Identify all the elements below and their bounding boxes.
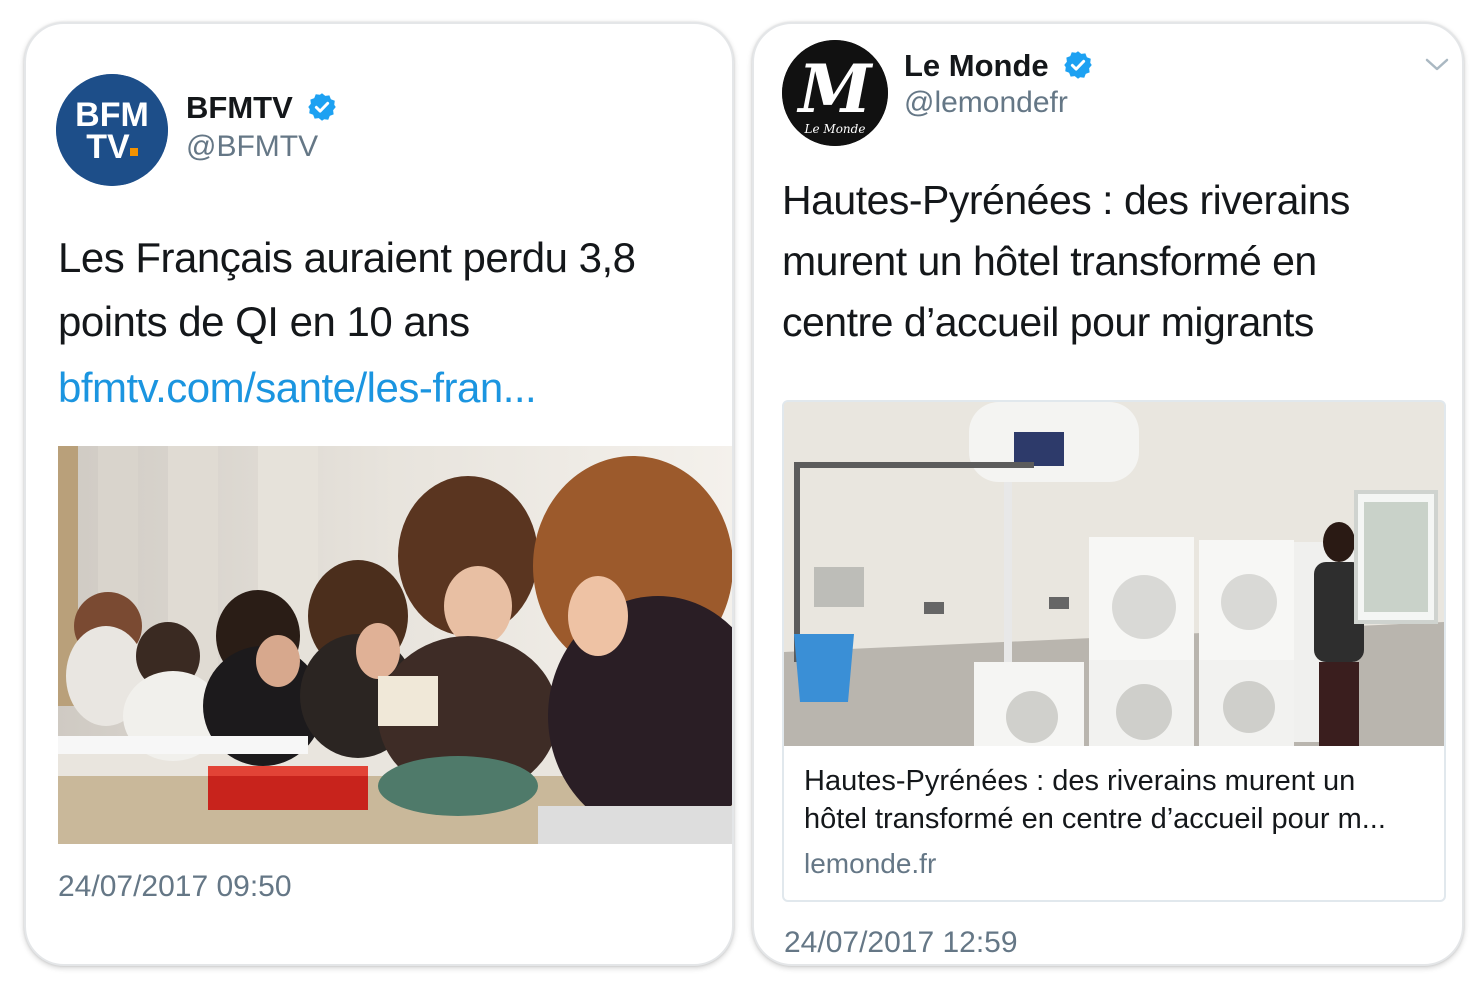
tweet-text-line: points de QI en 10 ans [58, 298, 470, 345]
tweet-timestamp[interactable]: 24/07/2017 12:59 [784, 926, 1018, 960]
chevron-down-icon[interactable] [1424, 56, 1450, 74]
verified-badge-icon [1064, 51, 1093, 79]
laundry-image [784, 402, 1444, 746]
link-card-title: Hautes-Pyrénées : des riverains murent u… [804, 762, 1434, 838]
svg-text:Le Monde: Le Monde [804, 122, 866, 136]
lemonde-logo-icon: M Le Monde [782, 40, 888, 146]
tweet-timestamp[interactable]: 24/07/2017 09:50 [58, 870, 292, 904]
bfmtv-avatar[interactable]: BFM TV [56, 74, 168, 186]
link-card-domain: lemonde.fr [804, 848, 937, 879]
user-handle[interactable]: @lemondefr [904, 86, 1068, 120]
tweet-text-line: Hautes-Pyrénées : des riverains [782, 177, 1350, 223]
link-card-title-line: Hautes-Pyrénées : des riverains murent u… [804, 765, 1356, 797]
tweet-text-line: centre d’accueil pour migrants [782, 299, 1314, 345]
lemonde-avatar[interactable]: M Le Monde [782, 40, 888, 146]
user-name[interactable]: BFMTV [186, 90, 337, 126]
tweet-link[interactable]: bfmtv.com/sante/les-fran... [58, 356, 537, 420]
tweet-text: Les Français auraient perdu 3,8 points d… [58, 226, 718, 354]
user-name-text: Le Monde [904, 48, 1049, 83]
tweet-text-line: murent un hôtel transformé en [782, 238, 1317, 284]
tweet-text: Hautes-Pyrénées : des riverains murent u… [782, 170, 1442, 353]
tweet-card-lemonde[interactable]: M Le Monde Le Monde @lemondefr Hautes-Py… [752, 22, 1464, 966]
bfmtv-logo-icon: BFM TV [56, 74, 168, 186]
tweet-card-bfmtv[interactable]: BFM TV BFMTV @BFMTV Les Français auraien… [24, 22, 734, 966]
svg-text:TV: TV [86, 128, 130, 166]
svg-text:M: M [796, 50, 873, 128]
verified-badge-icon [308, 93, 337, 121]
laundry-photo [784, 402, 1444, 746]
link-preview-card[interactable]: Hautes-Pyrénées : des riverains murent u… [782, 400, 1446, 902]
user-name[interactable]: Le Monde [904, 48, 1093, 84]
user-name-text: BFMTV [186, 90, 293, 125]
link-card-title-line: hôtel transformé en centre d’accueil pou… [804, 803, 1386, 835]
classroom-photo[interactable] [58, 446, 732, 844]
classroom-image [58, 446, 732, 844]
user-handle[interactable]: @BFMTV [186, 130, 318, 164]
tweet-text-line: Les Français auraient perdu 3,8 [58, 234, 636, 281]
